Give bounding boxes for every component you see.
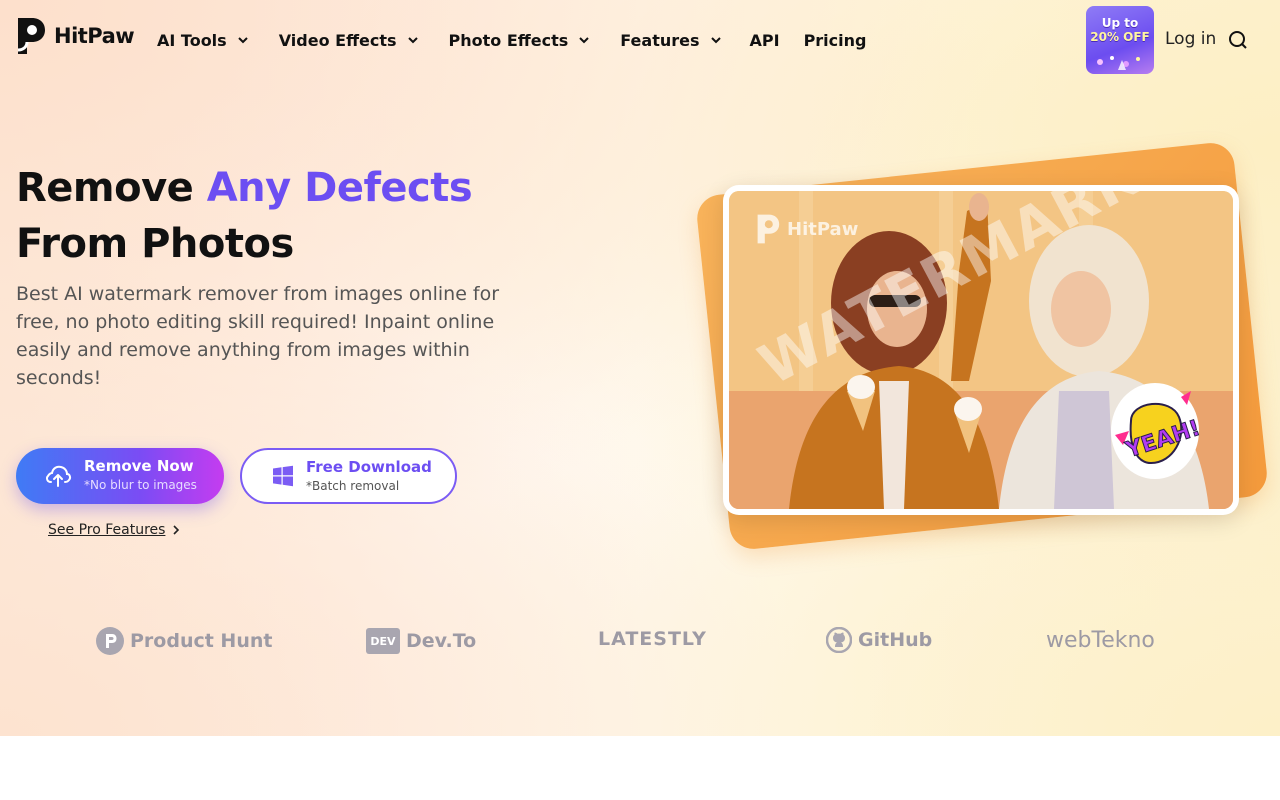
- watermark-logo: HitPaw: [755, 213, 858, 245]
- partner-logos: Product Hunt DEV Dev.To LATESTLY GitHub …: [0, 620, 1280, 664]
- demo-photo: HitPaw WATERMARK YEAH!: [729, 191, 1233, 509]
- upload-cloud-icon: [46, 465, 72, 487]
- watermark-logo-text: HitPaw: [787, 218, 859, 240]
- chevron-down-icon: [710, 37, 721, 44]
- nav-pricing[interactable]: Pricing: [804, 31, 867, 50]
- brand-name: HitPaw: [54, 24, 135, 48]
- partner-webtekno-name: webTekno: [1046, 628, 1155, 653]
- partner-webtekno: webTekno: [1046, 628, 1155, 653]
- chevron-down-icon: [237, 37, 248, 44]
- promo-line2: 20% OFF: [1090, 30, 1150, 44]
- see-pro-features-label: See Pro Features: [48, 522, 166, 538]
- windows-icon: [273, 465, 293, 487]
- hero-description: Best AI watermark remover from images on…: [16, 283, 500, 389]
- remove-now-button[interactable]: Remove Now *No blur to images: [16, 448, 224, 504]
- promo-badge[interactable]: Up to 20% OFF: [1086, 6, 1154, 74]
- headline-part1: Remove: [16, 165, 207, 211]
- main-menu: AI Tools Video Effects Photo Effects Fea…: [157, 28, 866, 52]
- nav-api-label: API: [749, 30, 780, 50]
- chevron-down-icon: [407, 37, 418, 44]
- partner-dev-to-name: Dev.To: [406, 630, 477, 652]
- free-download-button[interactable]: Free Download *Batch removal: [240, 448, 457, 504]
- product-hunt-icon: [96, 627, 124, 655]
- nav-features-label: Features: [620, 30, 700, 50]
- demo-image-card: HitPaw WATERMARK YEAH!: [723, 185, 1239, 515]
- nav-features[interactable]: Features: [620, 31, 721, 50]
- nav-api[interactable]: API: [750, 31, 780, 50]
- remove-now-sublabel: *No blur to images: [84, 478, 197, 492]
- nav-ai-tools[interactable]: AI Tools: [157, 31, 249, 50]
- free-download-label: Free Download: [306, 458, 432, 476]
- free-download-sublabel: *Batch removal: [306, 479, 400, 493]
- nav-photo-effects[interactable]: Photo Effects: [449, 31, 591, 50]
- hitpaw-logo-icon: [17, 18, 45, 54]
- see-pro-features-link[interactable]: See Pro Features: [48, 522, 181, 538]
- github-icon: [826, 627, 852, 653]
- dev-icon: DEV: [366, 628, 400, 654]
- chevron-down-icon: [579, 37, 589, 44]
- partner-dev-to: DEV Dev.To: [366, 628, 476, 654]
- nav-pricing-label: Pricing: [803, 30, 867, 50]
- page-title: Remove Any Defects From Photos: [16, 160, 576, 272]
- headline-part2: From Photos: [16, 221, 294, 267]
- remove-now-label: Remove Now: [84, 457, 194, 475]
- partner-github: GitHub: [826, 627, 932, 653]
- partner-github-name: GitHub: [858, 629, 933, 651]
- partner-product-hunt: Product Hunt: [96, 627, 272, 655]
- search-icon[interactable]: [1228, 30, 1248, 50]
- nav-video-effects[interactable]: Video Effects: [279, 31, 419, 50]
- nav-ai-tools-label: AI Tools: [157, 30, 227, 50]
- login-link[interactable]: Log in: [1165, 29, 1216, 49]
- hitpaw-watermark-icon: [757, 214, 780, 244]
- nav-video-effects-label: Video Effects: [278, 30, 397, 50]
- top-navigation: HitPaw AI Tools Video Effects Photo Effe…: [0, 0, 1280, 80]
- partner-product-hunt-name: Product Hunt: [130, 630, 273, 652]
- headline-accent: Any Defects: [206, 165, 473, 211]
- promo-line1: Up to: [1101, 16, 1139, 30]
- partner-latestly-name: LATESTLY: [598, 628, 707, 650]
- nav-photo-effects-label: Photo Effects: [448, 30, 569, 50]
- confetti-icon: [1097, 56, 1140, 70]
- chevron-right-icon: [173, 525, 180, 535]
- hitpaw-logo[interactable]: HitPaw: [16, 16, 135, 56]
- partner-latestly: LATESTLY: [598, 628, 707, 650]
